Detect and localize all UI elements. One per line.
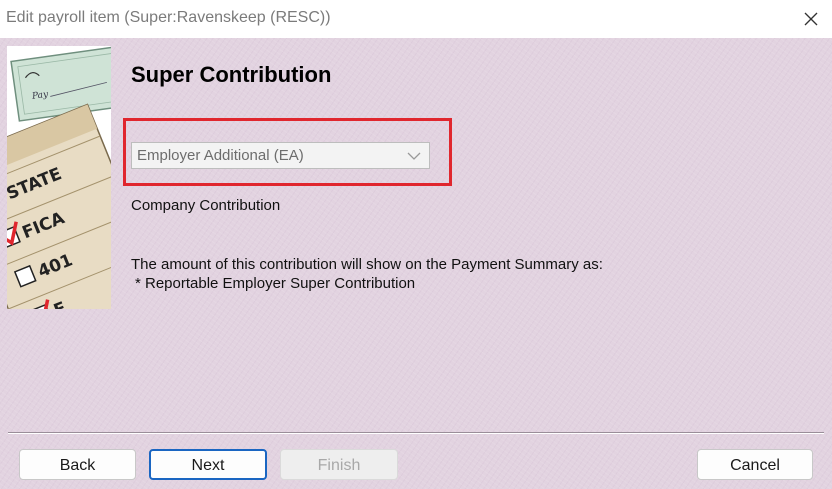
company-contribution-label: Company Contribution (131, 197, 281, 214)
reportable-contribution-note: * Reportable Employer Super Contribution (135, 275, 416, 292)
window-title: Edit payroll item (Super:Ravenskeep (RES… (6, 9, 331, 26)
finish-button: Finish (280, 449, 398, 480)
payroll-checklist-illustration: Pay STATE FICA 401 (7, 46, 111, 309)
edit-payroll-item-dialog: Edit payroll item (Super:Ravenskeep (RES… (0, 0, 832, 489)
chevron-down-icon (407, 152, 421, 160)
contribution-type-dropdown[interactable]: Employer Additional (EA) (131, 142, 430, 169)
back-button[interactable]: Back (19, 449, 136, 480)
payment-summary-description: The amount of this contribution will sho… (131, 256, 603, 273)
next-button[interactable]: Next (149, 449, 267, 480)
button-separator (8, 432, 824, 434)
contribution-type-value: Employer Additional (EA) (137, 147, 304, 164)
dialog-content: Pay STATE FICA 401 Super Contribution Em… (0, 38, 832, 489)
title-bar: Edit payroll item (Super:Ravenskeep (RES… (0, 0, 832, 39)
page-title: Super Contribution (131, 62, 332, 87)
close-icon[interactable] (796, 4, 826, 34)
cancel-button[interactable]: Cancel (697, 449, 813, 480)
